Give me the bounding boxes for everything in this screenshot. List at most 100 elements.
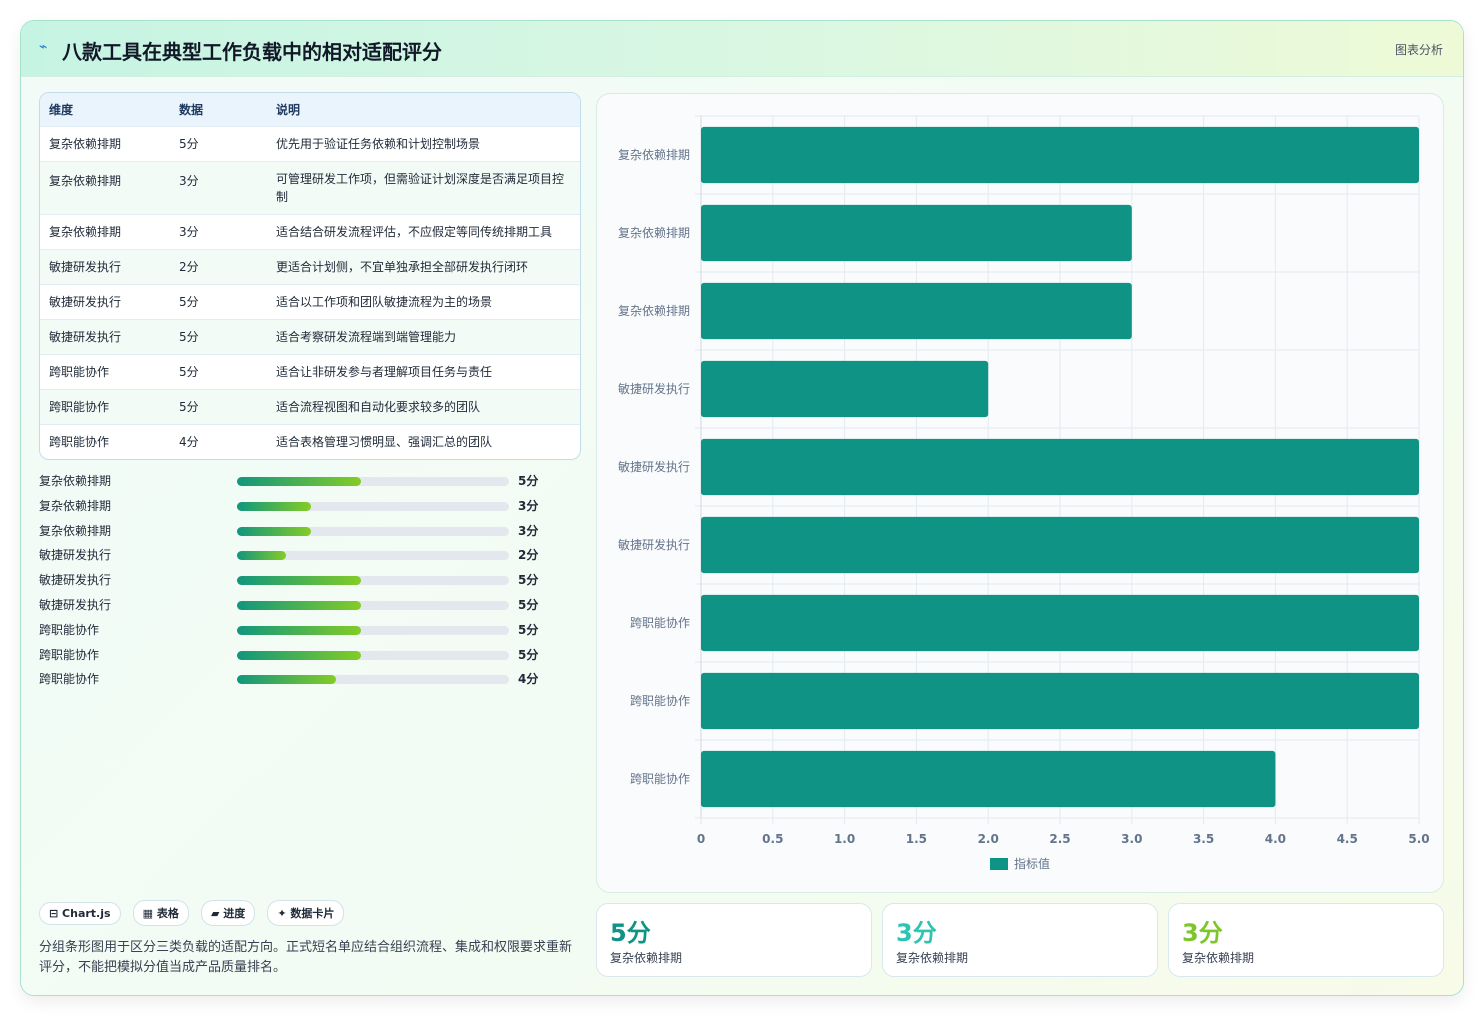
progress-track bbox=[237, 477, 509, 486]
table-cell: 3分 bbox=[170, 160, 267, 214]
progress-value: 5分 bbox=[518, 474, 539, 488]
kpi-card: 3分 复杂依赖排期 bbox=[1168, 903, 1444, 977]
table-cell: 5分 bbox=[170, 353, 267, 389]
table-cell: 5分 bbox=[170, 318, 267, 354]
page-title: 八款工具在典型工作负载中的相对适配评分 bbox=[62, 40, 442, 64]
progress-value: 4分 bbox=[518, 672, 539, 687]
kpi-label: 复杂依赖排期 bbox=[1182, 951, 1255, 965]
table-cell: 适合以工作项和团队敏捷流程为主的场景 bbox=[267, 283, 580, 319]
bar-chart: 0 0.5 1.0 1.5 2.0 2.5 3.0 3.5 4.0 4.5 5.0 复杂依赖排期复杂依… bbox=[618, 115, 1430, 871]
kpi-value: 5分 bbox=[610, 919, 651, 947]
kpi-value: 3分 bbox=[1182, 919, 1223, 947]
table-row: 跨职能协作 5分 适合让非研发参与者理解项目任务与责任 bbox=[40, 353, 580, 389]
progress-fill bbox=[237, 576, 361, 586]
kpi-value: 3分 bbox=[896, 919, 937, 947]
progress-value: 3分 bbox=[518, 523, 539, 538]
progress-track bbox=[237, 576, 509, 586]
progress-value: 5分 bbox=[518, 573, 539, 588]
x-tick-label: 4.5 bbox=[1337, 832, 1358, 846]
progress-label: 敏捷研发执行 bbox=[39, 548, 112, 563]
progress-track bbox=[237, 551, 509, 561]
table-row: 跨职能协作 5分 适合流程视图和自动化要求较多的团队 bbox=[40, 388, 580, 424]
x-tick-label: 1.5 bbox=[906, 832, 927, 846]
x-tick-label: 5.0 bbox=[1408, 832, 1429, 846]
bar bbox=[701, 438, 1419, 496]
bar bbox=[701, 516, 1419, 574]
progress-row: 跨职能协作 5分 bbox=[39, 617, 559, 642]
x-tick-label: 2.5 bbox=[1049, 832, 1070, 846]
table-cell: 复杂依赖排期 bbox=[40, 213, 170, 249]
x-tick-label: 0.5 bbox=[762, 832, 783, 846]
chart-note: 分组条形图用于区分三类负载的适配方向。正式短名单应结合组织流程、集成和权限要求重… bbox=[39, 940, 573, 975]
progress-value: 5分 bbox=[518, 647, 539, 662]
pill-data-cards[interactable]: ✦ 数据卡片 bbox=[267, 900, 345, 926]
table-cell: 适合考察研发流程端到端管理能力 bbox=[267, 318, 580, 354]
progress-value: 5分 bbox=[518, 597, 539, 612]
progress-value: 3分 bbox=[518, 498, 539, 513]
progress-track bbox=[237, 600, 509, 610]
table-cell: 更适合计划侧，不宜单独承担全部研发执行闭环 bbox=[267, 248, 580, 284]
progress-label: 跨职能协作 bbox=[39, 672, 100, 687]
progress-label: 跨职能协作 bbox=[39, 647, 100, 662]
y-tick-label: 敏捷研发执行 bbox=[618, 381, 690, 396]
column-header: 说明 bbox=[276, 102, 301, 117]
progress-label: 敏捷研发执行 bbox=[39, 597, 112, 612]
x-tick-label: 3.0 bbox=[1121, 832, 1142, 846]
progress-fill bbox=[237, 675, 336, 685]
table-cell: 敏捷研发执行 bbox=[40, 248, 170, 284]
table-cell: 4分 bbox=[170, 423, 267, 459]
chart-line-icon: ⌁ bbox=[39, 39, 48, 55]
table-cell: 敏捷研发执行 bbox=[40, 318, 170, 354]
data-table: 维度 数据 说明 复杂依赖排期 5分 优先用于验证任务依赖和计划控制场景 复杂依… bbox=[39, 92, 581, 460]
progress-row: 敏捷研发执行 5分 bbox=[39, 592, 559, 617]
progress-fill bbox=[237, 477, 361, 486]
table-row: 敏捷研发执行 5分 适合以工作项和团队敏捷流程为主的场景 bbox=[40, 283, 580, 319]
table-cell: 3分 bbox=[170, 213, 267, 249]
x-tick-label: 4.0 bbox=[1265, 832, 1286, 846]
progress-row: 跨职能协作 5分 bbox=[39, 642, 559, 667]
kpi-label: 复杂依赖排期 bbox=[896, 951, 969, 965]
y-tick-label: 跨职能协作 bbox=[630, 615, 690, 630]
progress-row: 复杂依赖排期 3分 bbox=[39, 518, 559, 543]
x-tick-label: 0 bbox=[697, 832, 705, 846]
progress-fill bbox=[237, 650, 361, 660]
table-cell: 跨职能协作 bbox=[40, 353, 170, 389]
feature-pills: ⊟ Chart.js ▦ 表格 ▰ 进度 ✦ 数据卡片 bbox=[39, 900, 351, 926]
y-tick-label: 敏捷研发执行 bbox=[618, 459, 690, 474]
pill-chartjs[interactable]: ⊟ Chart.js bbox=[39, 902, 121, 925]
table-header-row: 维度 数据 说明 bbox=[40, 93, 580, 126]
table-row: 敏捷研发执行 5分 适合考察研发流程端到端管理能力 bbox=[40, 318, 580, 354]
pill-progress[interactable]: ▰ 进度 bbox=[200, 900, 256, 926]
kpi-label: 复杂依赖排期 bbox=[610, 951, 683, 965]
progress-label: 复杂依赖排期 bbox=[39, 523, 112, 538]
y-tick-label: 敏捷研发执行 bbox=[618, 537, 690, 552]
progress-fill bbox=[237, 501, 312, 511]
progress-value: 2分 bbox=[518, 548, 539, 563]
progress-track bbox=[237, 501, 509, 511]
progress-label: 复杂依赖排期 bbox=[39, 474, 112, 488]
x-tick-label: 1.0 bbox=[834, 832, 855, 846]
x-tick-label: 2.0 bbox=[978, 832, 999, 846]
progress-fill bbox=[237, 551, 287, 561]
chart-analysis-tag: 图表分析 bbox=[1394, 43, 1443, 57]
pill-table[interactable]: ▦ 表格 bbox=[132, 900, 189, 926]
table-cell: 优先用于验证任务依赖和计划控制场景 bbox=[267, 125, 580, 161]
bar bbox=[701, 126, 1419, 184]
column-header: 维度 bbox=[49, 102, 74, 117]
table-cell: 适合表格管理习惯明显、强调汇总的团队 bbox=[267, 423, 580, 459]
table-cell: 可管理研发工作项，但需验证计划深度是否满足项目控制 bbox=[267, 160, 580, 214]
bar bbox=[701, 282, 1132, 340]
table-row: 复杂依赖排期 5分 优先用于验证任务依赖和计划控制场景 bbox=[40, 125, 580, 161]
progress-track bbox=[237, 650, 509, 660]
progress-fill bbox=[237, 600, 361, 610]
table-cell: 复杂依赖排期 bbox=[40, 160, 170, 214]
progress-row: 敏捷研发执行 5分 bbox=[39, 567, 559, 592]
bar bbox=[701, 204, 1132, 262]
progress-row: 复杂依赖排期 3分 bbox=[39, 493, 559, 518]
progress-row: 跨职能协作 4分 bbox=[39, 666, 559, 691]
table-cell: 跨职能协作 bbox=[40, 423, 170, 459]
progress-label: 跨职能协作 bbox=[39, 622, 100, 637]
progress-row: 复杂依赖排期 5分 bbox=[39, 468, 559, 493]
bar bbox=[701, 594, 1419, 652]
header: ⌁ 八款工具在典型工作负载中的相对适配评分 图表分析 bbox=[21, 21, 1463, 77]
